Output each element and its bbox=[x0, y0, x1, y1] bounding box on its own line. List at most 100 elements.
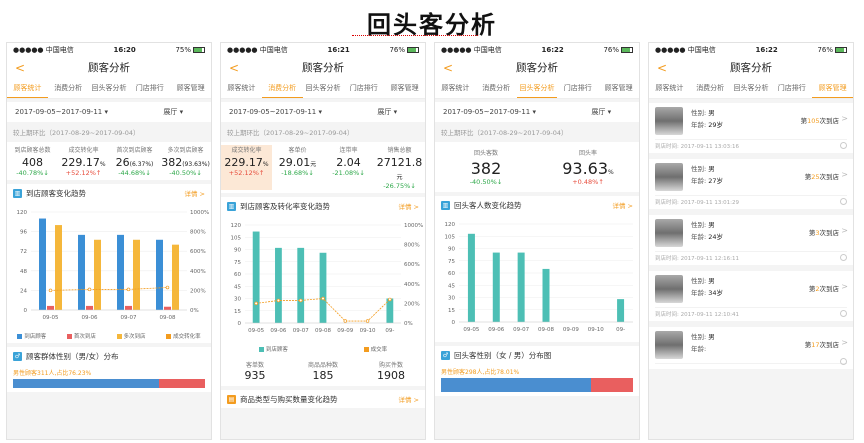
back-icon[interactable]: < bbox=[657, 57, 667, 79]
phone-screen-customer-mgmt: ●●●●● 中国电信 16:22 76% < 顾客分析 顾客统计 消费分析 回头… bbox=[648, 42, 854, 440]
visit-number: 25 bbox=[811, 173, 820, 181]
expand-icon[interactable] bbox=[840, 198, 847, 205]
expand-icon[interactable] bbox=[840, 358, 847, 365]
chart-icon: ▥ bbox=[13, 188, 22, 198]
bar bbox=[319, 252, 327, 323]
age-line: 年龄: bbox=[691, 345, 707, 353]
metric-card[interactable]: 到店顾客总数 408 -40.78%↓ bbox=[7, 145, 58, 177]
customer-info: 性别: 男年龄: 27岁 bbox=[691, 163, 723, 191]
order-summary: 客单数 935 商品品种数 185 购买件数 1908 bbox=[221, 356, 425, 386]
store-select[interactable]: 展厅 ▾ bbox=[350, 107, 425, 117]
summary-value: 185 bbox=[312, 369, 334, 382]
metric-card[interactable]: 成交转化率 229.17% +52.12%↑ bbox=[221, 145, 272, 190]
gender-value: 男 bbox=[708, 165, 715, 173]
status-bar: ●●●●● 中国电信 16:21 76% bbox=[221, 43, 425, 57]
tab-store-ranking[interactable]: 门店排行 bbox=[771, 79, 812, 98]
chevron-right-icon[interactable]: > bbox=[841, 226, 848, 235]
y2-tick-label: 400% bbox=[190, 269, 206, 275]
visitor-trend-chart: 0 24 48 72 96 120 0% 200% 400% 600% 800% 1000% 09-05… bbox=[7, 202, 211, 330]
details-link[interactable]: 详情 > bbox=[612, 200, 633, 210]
metric-unit: % bbox=[262, 161, 269, 168]
date-range-select[interactable]: 2017-09-05~2017-09-11 ▾ bbox=[221, 108, 350, 116]
gender-line: 性别: 男 bbox=[691, 277, 715, 285]
metric-card[interactable]: 回头客数 382 -40.50%↓ bbox=[435, 148, 537, 186]
date-range-select[interactable]: 2017-09-05~2017-09-11 ▾ bbox=[435, 108, 564, 116]
tab-customer-stats[interactable]: 顾客统计 bbox=[221, 79, 262, 98]
y2-tick-label: 1000% bbox=[404, 223, 423, 229]
metric-card[interactable]: 连带率 2.04 -21.08%↓ bbox=[323, 145, 374, 190]
age-line: 年龄: 24岁 bbox=[691, 233, 724, 241]
date-range-select[interactable]: 2017-09-05~2017-09-11 ▾ bbox=[7, 108, 136, 116]
tab-customer-mgmt[interactable]: 顾客管理 bbox=[170, 79, 211, 98]
nav-title: 顾客分析 bbox=[88, 62, 130, 74]
tab-consumption[interactable]: 消费分析 bbox=[261, 79, 303, 98]
section-title: 顾客群体性别（男/女）分布 bbox=[26, 351, 119, 361]
metric-value: 382 bbox=[470, 159, 502, 178]
tab-consumption[interactable]: 消费分析 bbox=[476, 79, 517, 98]
back-icon[interactable]: < bbox=[15, 57, 25, 79]
customer-card[interactable]: 性别: 男年龄: 24岁 第3次到店 > 到店时间: 2017-09-11 12:16… bbox=[649, 215, 853, 265]
tab-returning[interactable]: 回头客分析 bbox=[89, 79, 130, 98]
tab-store-ranking[interactable]: 门店排行 bbox=[557, 79, 598, 98]
metric-card[interactable]: 首次到店顾客 26(6.37%) -44.68%↓ bbox=[109, 145, 160, 177]
tab-returning[interactable]: 回头客分析 bbox=[731, 79, 772, 98]
y-tick-label: 60 bbox=[234, 272, 241, 278]
customer-info: 性别: 男年龄: 24岁 bbox=[691, 219, 723, 247]
tab-consumption[interactable]: 消费分析 bbox=[48, 79, 89, 98]
customer-card[interactable]: 性别: 男年龄: 27岁 第25次到店 > 到店时间: 2017-09-11 13:0… bbox=[649, 159, 853, 209]
x-tick-label: 09- bbox=[616, 327, 625, 333]
filter-bar: 2017-09-05~2017-09-11 ▾ 展厅 ▾ bbox=[435, 102, 639, 122]
metric-label: 连带率 bbox=[339, 147, 358, 154]
customer-card[interactable]: 性别: 男年龄: 34岁 第2次到店 > 到店时间: 2017-09-11 12:10… bbox=[649, 271, 853, 321]
metric-card[interactable]: 销售总额 27121.8元 -26.75%↓ bbox=[374, 145, 425, 190]
visit-time: 到店时间: 2017-09-11 13:03:16 bbox=[655, 139, 847, 150]
metrics-row: 回头客数 382 -40.50%↓ 回头率 93.63% +0.48%↑ bbox=[435, 142, 639, 192]
details-link[interactable]: 详情 > bbox=[398, 201, 419, 211]
tab-customer-mgmt[interactable]: 顾客管理 bbox=[598, 79, 639, 98]
tab-customer-stats[interactable]: 顾客统计 bbox=[7, 79, 48, 98]
store-select[interactable]: 展厅 ▾ bbox=[564, 107, 639, 117]
x-tick-label: 09-09 bbox=[563, 327, 579, 333]
line-point bbox=[126, 287, 131, 292]
customer-card[interactable]: 性别: 男年龄: 第17次到店 > bbox=[649, 327, 853, 369]
gender-line: 性别: 男 bbox=[691, 165, 715, 173]
chevron-right-icon[interactable]: > bbox=[841, 170, 848, 179]
gender-value: 男 bbox=[708, 109, 715, 117]
carrier: ●●●●● 中国电信 bbox=[227, 46, 288, 54]
back-icon[interactable]: < bbox=[229, 57, 239, 79]
store-select[interactable]: 展厅 ▾ bbox=[136, 107, 211, 117]
line-point bbox=[388, 297, 392, 302]
tab-customer-stats[interactable]: 顾客统计 bbox=[649, 79, 690, 98]
metric-label: 客单价 bbox=[288, 147, 307, 154]
expand-icon[interactable] bbox=[840, 254, 847, 261]
metric-card[interactable]: 回头率 93.63% +0.48%↑ bbox=[537, 148, 639, 186]
metrics-row: 成交转化率 229.17% +52.12%↑ 客单价 29.01元 -18.68%↓ 连带率… bbox=[221, 142, 425, 193]
tab-customer-stats[interactable]: 顾客统计 bbox=[435, 79, 476, 98]
metric-card[interactable]: 客单价 29.01元 -18.68%↓ bbox=[272, 145, 323, 190]
metric-card[interactable]: 多次到店顾客 382(93.63%) -40.50%↓ bbox=[160, 145, 211, 177]
tab-store-ranking[interactable]: 门店排行 bbox=[343, 79, 384, 98]
tab-store-ranking[interactable]: 门店排行 bbox=[129, 79, 170, 98]
back-icon[interactable]: < bbox=[443, 57, 453, 79]
section-title: 到店顾客及转化率变化趋势 bbox=[240, 201, 330, 211]
chevron-right-icon[interactable]: > bbox=[841, 114, 848, 123]
details-link[interactable]: 详情 > bbox=[184, 188, 205, 198]
y-tick-label: 105 bbox=[445, 234, 456, 240]
battery-icon bbox=[193, 47, 205, 53]
chevron-right-icon[interactable]: > bbox=[841, 338, 848, 347]
tab-customer-mgmt[interactable]: 顾客管理 bbox=[384, 79, 425, 98]
customer-card[interactable]: 性别: 男年龄: 29岁 第105次到店 > 到店时间: 2017-09-11 13:… bbox=[649, 103, 853, 153]
tab-returning[interactable]: 回头客分析 bbox=[303, 79, 344, 98]
tab-customer-mgmt[interactable]: 顾客管理 bbox=[812, 79, 853, 98]
chevron-right-icon[interactable]: > bbox=[841, 282, 848, 291]
bar bbox=[252, 231, 260, 323]
metric-card[interactable]: 成交转化率 229.17% +52.12%↑ bbox=[58, 145, 109, 177]
details-link[interactable]: 详情 > bbox=[398, 394, 419, 404]
line-point bbox=[254, 301, 258, 306]
tab-returning[interactable]: 回头客分析 bbox=[516, 79, 558, 98]
tab-consumption[interactable]: 消费分析 bbox=[690, 79, 731, 98]
expand-icon[interactable] bbox=[840, 142, 847, 149]
metric-change: -40.50%↓ bbox=[169, 169, 202, 177]
expand-icon[interactable] bbox=[840, 310, 847, 317]
legend-swatch bbox=[363, 347, 369, 352]
